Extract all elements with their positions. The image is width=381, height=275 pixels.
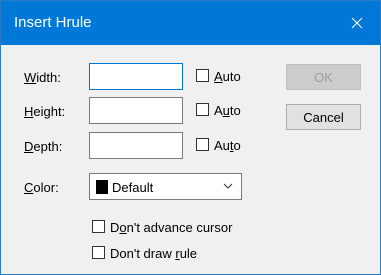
dont-advance-cursor-checkbox[interactable] xyxy=(92,220,105,233)
depth-field[interactable] xyxy=(89,132,183,159)
color-swatch xyxy=(96,180,108,194)
dialog-title: Insert Hrule xyxy=(14,14,92,31)
height-label: Height: xyxy=(24,104,66,119)
depth-label: Depth: xyxy=(24,139,63,154)
width-field[interactable] xyxy=(89,63,183,90)
color-value: Default xyxy=(112,180,154,195)
close-button[interactable] xyxy=(334,1,380,45)
color-dropdown[interactable]: Default xyxy=(89,173,242,200)
insert-hrule-dialog: Insert Hrule Width: Auto Height: Auto De… xyxy=(0,0,381,275)
dont-draw-rule-checkbox[interactable] xyxy=(92,246,105,259)
cancel-button[interactable]: Cancel xyxy=(286,104,361,130)
dont-draw-rule-label[interactable]: Don't draw rule xyxy=(110,246,197,261)
height-auto-label[interactable]: Auto xyxy=(214,103,241,118)
title-bar: Insert Hrule xyxy=(1,1,380,45)
chevron-down-icon xyxy=(223,183,233,189)
color-label: Color: xyxy=(24,180,59,195)
width-auto-checkbox[interactable] xyxy=(196,69,209,82)
depth-auto-label[interactable]: Auto xyxy=(214,138,241,153)
depth-auto-checkbox[interactable] xyxy=(196,138,209,151)
dont-advance-cursor-label[interactable]: Don't advance cursor xyxy=(110,220,232,235)
width-auto-label[interactable]: Auto xyxy=(214,69,241,84)
width-label: Width: xyxy=(24,70,61,85)
close-icon xyxy=(351,17,363,29)
height-auto-checkbox[interactable] xyxy=(196,103,209,116)
height-field[interactable] xyxy=(89,97,183,124)
ok-button[interactable]: OK xyxy=(286,64,361,90)
